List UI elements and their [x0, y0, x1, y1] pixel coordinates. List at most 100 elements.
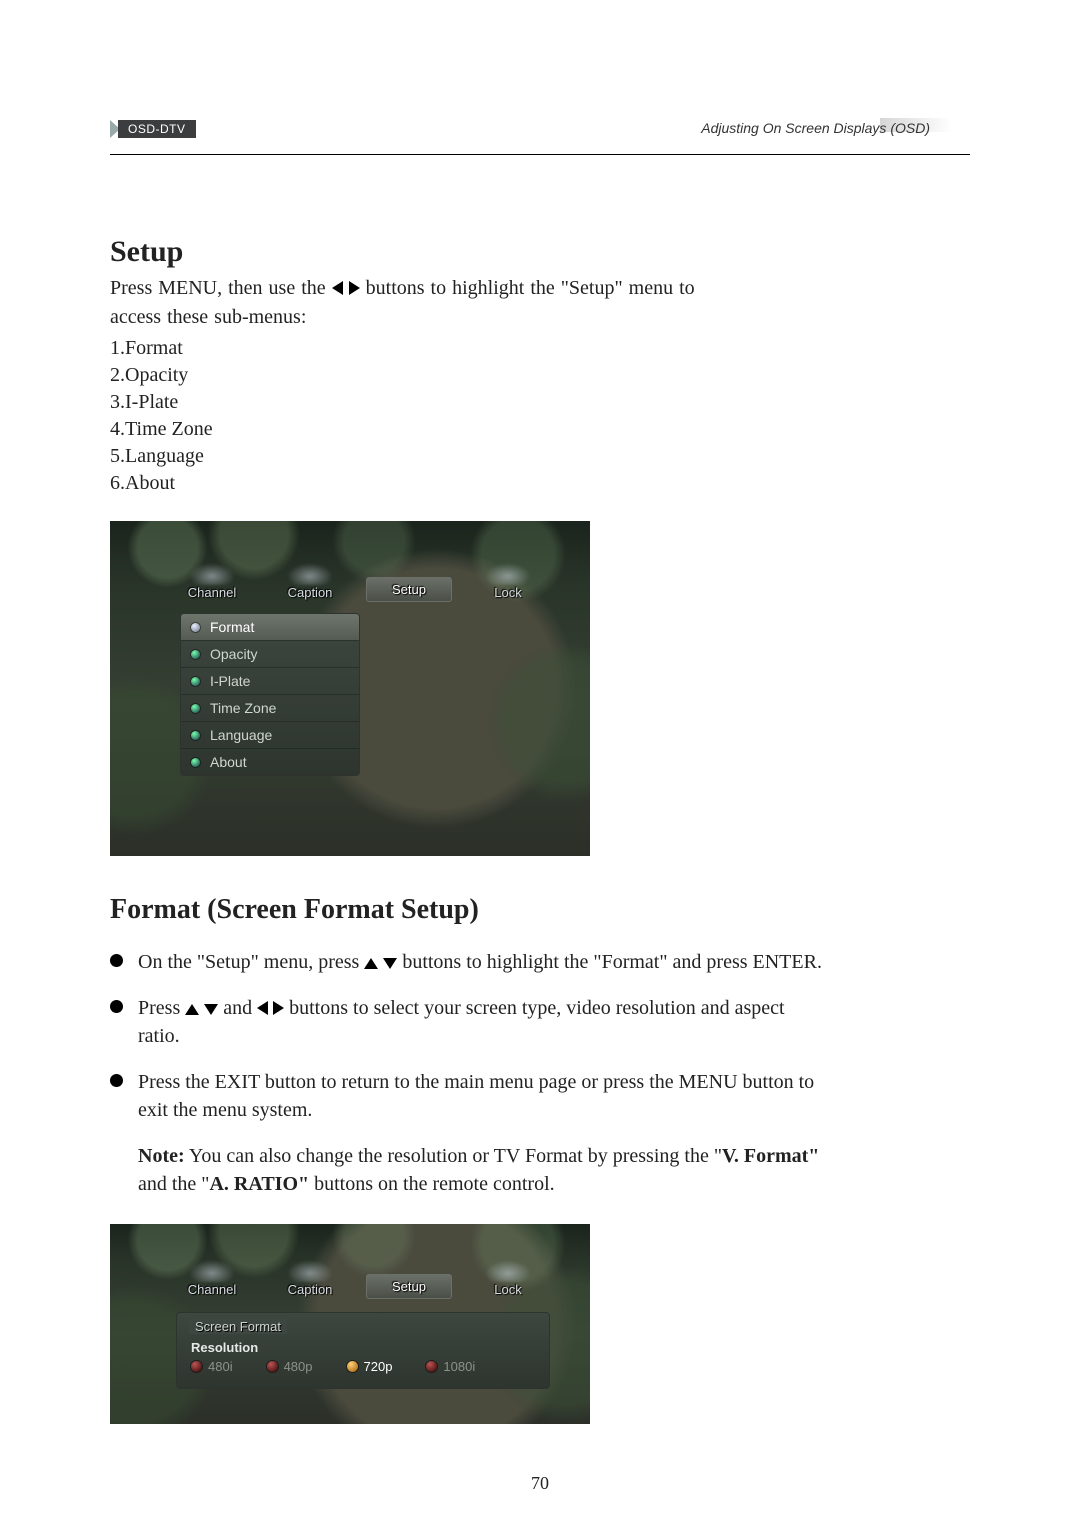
- tab-label: Lock: [494, 585, 521, 600]
- cloud-icon: [485, 1260, 531, 1282]
- tab-channel[interactable]: Channel: [170, 563, 254, 602]
- header-tag: OSD-DTV: [110, 120, 196, 138]
- page-header: OSD-DTV Adjusting On Screen Displays (OS…: [110, 120, 970, 150]
- bullet-icon: [191, 623, 200, 632]
- left-arrow-icon: [257, 1001, 268, 1015]
- tab-label: Channel: [188, 1282, 236, 1297]
- radio-icon: [191, 1361, 202, 1372]
- option-480i[interactable]: 480i: [191, 1359, 233, 1374]
- menu-item-timezone[interactable]: Time Zone: [181, 694, 359, 721]
- resolution-label: Resolution: [191, 1340, 537, 1355]
- cloud-icon: [485, 563, 531, 585]
- down-arrow-icon: [383, 958, 397, 969]
- menu-item-about[interactable]: About: [181, 748, 359, 775]
- step-text: Press the EXIT button to return to the m…: [138, 1071, 814, 1121]
- list-item: Press the EXIT button to return to the m…: [110, 1068, 830, 1124]
- bullet-icon: [191, 650, 200, 659]
- menu-item-iplate[interactable]: I-Plate: [181, 667, 359, 694]
- tab-label: Channel: [188, 585, 236, 600]
- list-item: On the "Setup" menu, press buttons to hi…: [110, 948, 830, 976]
- menu-item-opacity[interactable]: Opacity: [181, 640, 359, 667]
- note-text: and the ": [138, 1173, 209, 1195]
- page-number: 70: [0, 1473, 1080, 1494]
- note-text: You can also change the resolution or TV…: [185, 1145, 722, 1167]
- tab-label: Caption: [288, 1282, 333, 1297]
- osd-screenshot-screen-format: Channel Caption Setup Lock Screen Format…: [110, 1224, 590, 1424]
- list-item: 2.Opacity: [110, 362, 830, 389]
- radio-icon: [426, 1361, 437, 1372]
- step-text: buttons to highlight the "Format" and pr…: [402, 951, 822, 973]
- tab-label: Caption: [288, 585, 333, 600]
- tab-channel[interactable]: Channel: [170, 1260, 254, 1299]
- setup-submenu-list: 1.Format 2.Opacity 3.I-Plate 4.Time Zone…: [110, 335, 830, 497]
- menu-item-label: Format: [210, 619, 254, 635]
- header-right-label: Adjusting On Screen Displays (OSD): [701, 120, 930, 136]
- down-arrow-icon: [204, 1004, 218, 1015]
- tab-lock[interactable]: Lock: [466, 1260, 550, 1299]
- cloud-icon: [189, 563, 235, 585]
- option-label: 480p: [284, 1359, 313, 1374]
- tab-label: Setup: [392, 582, 426, 597]
- up-arrow-icon: [364, 958, 378, 969]
- option-720p[interactable]: 720p: [347, 1359, 393, 1374]
- left-arrow-icon: [332, 281, 343, 295]
- setup-intro-line2: access these sub-menus:: [110, 304, 830, 331]
- resolution-options: 480i 480p 720p 1080i: [189, 1359, 537, 1374]
- list-item: 3.I-Plate: [110, 389, 830, 416]
- osd-tabs: Channel Caption Setup Lock: [170, 1260, 550, 1299]
- osd-screenshot-setup-menu: Channel Caption Setup Lock Format Opacit…: [110, 521, 590, 856]
- osd-tabs: Channel Caption Setup Lock: [170, 563, 550, 602]
- manual-page: OSD-DTV Adjusting On Screen Displays (OS…: [110, 120, 970, 1424]
- cloud-icon: [189, 1260, 235, 1282]
- right-arrow-icon: [273, 1001, 284, 1015]
- tab-setup[interactable]: Setup: [366, 577, 452, 602]
- tab-label: Lock: [494, 1282, 521, 1297]
- radio-icon: [267, 1361, 278, 1372]
- note-vformat: V. Format": [722, 1145, 819, 1167]
- bullet-icon: [191, 731, 200, 740]
- list-item: 1.Format: [110, 335, 830, 362]
- step-text: Press: [138, 997, 185, 1019]
- header-rule: [110, 154, 970, 155]
- tab-lock[interactable]: Lock: [466, 563, 550, 602]
- format-note: Note: You can also change the resolution…: [110, 1142, 830, 1198]
- list-item: Press and buttons to select your screen …: [110, 994, 830, 1050]
- tab-caption[interactable]: Caption: [268, 1260, 352, 1299]
- bullet-icon: [191, 758, 200, 767]
- tab-caption[interactable]: Caption: [268, 563, 352, 602]
- screen-format-panel: Screen Format Resolution 480i 480p 720p …: [176, 1312, 550, 1389]
- header-tag-label: OSD-DTV: [118, 120, 196, 138]
- menu-item-format[interactable]: Format: [181, 614, 359, 640]
- note-aratio: A. RATIO": [209, 1173, 309, 1195]
- note-text: buttons on the remote control.: [309, 1173, 555, 1195]
- step-text: and: [223, 997, 257, 1019]
- format-steps: On the "Setup" menu, press buttons to hi…: [110, 948, 830, 1124]
- bullet-icon: [191, 704, 200, 713]
- setup-heading: Setup: [110, 235, 830, 269]
- menu-item-label: About: [210, 754, 247, 770]
- radio-icon: [347, 1361, 358, 1372]
- note-label: Note:: [138, 1145, 185, 1167]
- right-arrow-icon: [349, 281, 360, 295]
- list-item: 6.About: [110, 470, 830, 497]
- menu-item-label: I-Plate: [210, 673, 250, 689]
- panel-title: Screen Format: [189, 1319, 287, 1334]
- cloud-icon: [287, 563, 333, 585]
- bullet-icon: [191, 677, 200, 686]
- option-label: 1080i: [443, 1359, 475, 1374]
- menu-item-label: Opacity: [210, 646, 257, 662]
- tab-setup[interactable]: Setup: [366, 1274, 452, 1299]
- intro-text-a: Press MENU, then use the: [110, 277, 332, 299]
- step-text: On the "Setup" menu, press: [138, 951, 364, 973]
- up-arrow-icon: [185, 1004, 199, 1015]
- option-480p[interactable]: 480p: [267, 1359, 313, 1374]
- menu-item-language[interactable]: Language: [181, 721, 359, 748]
- intro-text-b: buttons to highlight the "Setup" menu to: [366, 277, 695, 299]
- list-item: 5.Language: [110, 443, 830, 470]
- option-1080i[interactable]: 1080i: [426, 1359, 475, 1374]
- format-heading: Format (Screen Format Setup): [110, 894, 830, 926]
- menu-item-label: Language: [210, 727, 272, 743]
- menu-item-label: Time Zone: [210, 700, 276, 716]
- tab-label: Setup: [392, 1279, 426, 1294]
- setup-menu-panel: Format Opacity I-Plate Time Zone Languag…: [180, 613, 360, 776]
